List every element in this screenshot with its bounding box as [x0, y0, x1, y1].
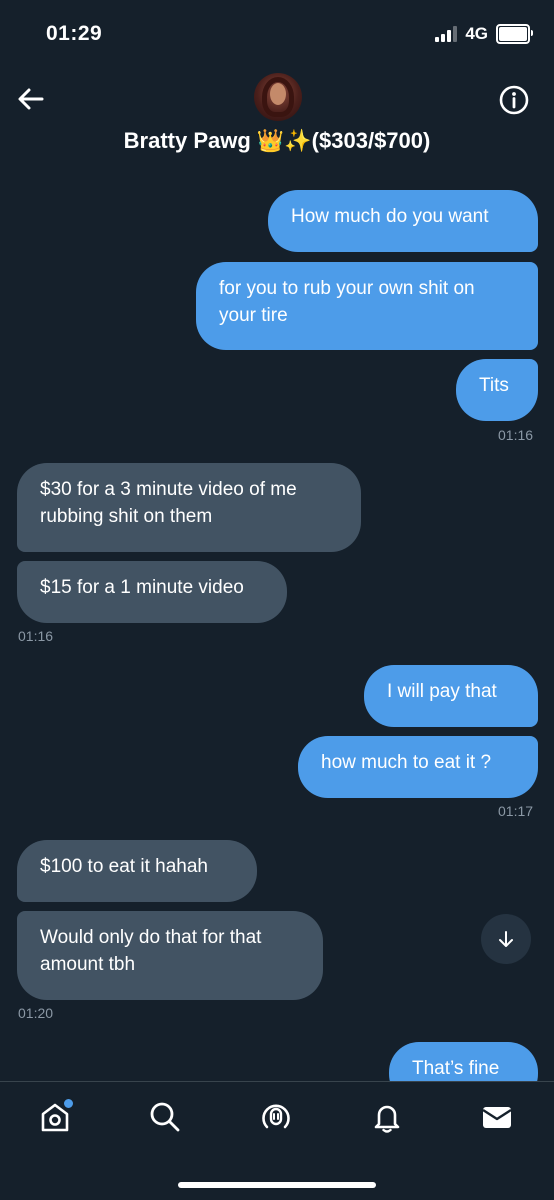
search-icon — [150, 1102, 180, 1132]
message-timestamp: 01:16 — [498, 427, 534, 443]
status-bar: 01:29 4G — [0, 0, 554, 70]
message-bubble-incoming[interactable]: $15 for a 1 minute video — [17, 561, 287, 623]
bell-icon — [374, 1105, 400, 1133]
message-bubble-incoming[interactable]: Would only do that for that amount tbh — [17, 911, 323, 1000]
avatar[interactable] — [254, 73, 302, 121]
back-button[interactable] — [16, 84, 46, 114]
message-timestamp: 01:20 — [18, 1005, 54, 1021]
info-button[interactable] — [498, 84, 530, 116]
status-time: 01:29 — [46, 22, 103, 45]
tab-spaces[interactable] — [259, 1100, 293, 1134]
tab-messages[interactable] — [480, 1100, 514, 1134]
conversation-header: Bratty Pawg 👑✨($303/$700) — [0, 70, 554, 170]
spaces-icon — [262, 1104, 290, 1129]
message-bubble-outgoing[interactable]: I will pay that — [364, 665, 538, 727]
tab-notifications[interactable] — [370, 1100, 404, 1134]
status-indicators: 4G — [435, 24, 533, 44]
message-bubble-outgoing[interactable]: Tits — [456, 359, 538, 421]
arrow-down-icon — [499, 931, 513, 947]
message-bubble-outgoing[interactable]: How much do you want — [268, 190, 538, 252]
scroll-to-bottom-button[interactable] — [481, 914, 531, 964]
conversation-title: Bratty Pawg 👑✨($303/$700) — [123, 128, 431, 153]
message-bubble-outgoing[interactable]: for you to rub your own shit on your tir… — [196, 262, 538, 350]
network-type: 4G — [465, 24, 488, 43]
envelope-icon — [482, 1107, 512, 1128]
notification-dot — [62, 1097, 75, 1110]
info-icon — [499, 85, 529, 115]
tab-home[interactable] — [38, 1097, 75, 1134]
home-indicator[interactable] — [178, 1182, 376, 1188]
tab-search[interactable] — [148, 1100, 182, 1134]
message-timestamp: 01:16 — [18, 628, 54, 644]
battery-icon — [496, 24, 533, 44]
message-bubble-outgoing[interactable]: how much to eat it ? — [298, 736, 538, 798]
message-bubble-incoming[interactable]: $30 for a 3 minute video of me rubbing s… — [17, 463, 361, 552]
message-bubble-incoming[interactable]: $100 to eat it hahah — [17, 840, 257, 902]
message-timestamp: 01:17 — [498, 803, 534, 819]
signal-icon — [435, 26, 458, 42]
arrow-left-icon — [18, 88, 44, 110]
